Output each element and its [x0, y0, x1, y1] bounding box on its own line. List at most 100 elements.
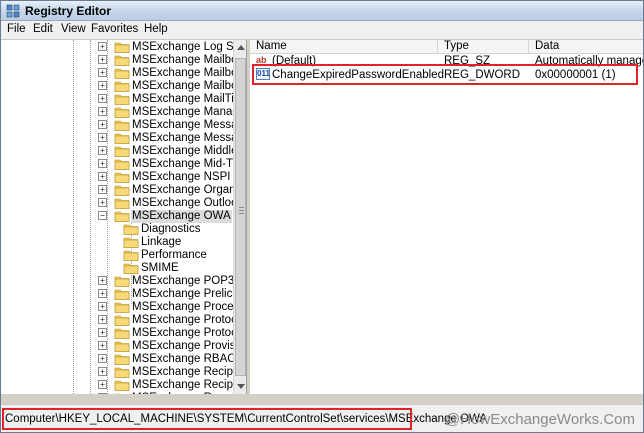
tree-key-label: MSExchange Provision: [132, 340, 233, 352]
tree-key-row[interactable]: + MSExchange POP3: [1, 275, 233, 288]
expand-icon[interactable]: +: [98, 367, 107, 376]
tree-key-row[interactable]: + MSExchange Managem: [1, 106, 233, 119]
tree-key-row[interactable]: + MSExchange Process N: [1, 301, 233, 314]
tree-key-label: MSExchange Recipient: [132, 366, 233, 378]
tree-key-row[interactable]: + MSExchange Mailbox R: [1, 67, 233, 80]
tree-subkey-row[interactable]: Diagnostics: [1, 223, 233, 236]
expand-icon[interactable]: +: [98, 68, 107, 77]
tree-key-row[interactable]: + MSExchange OutlookP: [1, 197, 233, 210]
expand-icon[interactable]: +: [98, 341, 107, 350]
tree-key-label: MSExchange Protocol: [132, 327, 233, 339]
folder-icon: [114, 185, 130, 196]
tree-key-row[interactable]: + MSExchange Log Sear: [1, 41, 233, 54]
tree-key-row[interactable]: + MSExchange Provision: [1, 340, 233, 353]
folder-icon: [123, 224, 139, 235]
tree-subkey-row[interactable]: Linkage: [1, 236, 233, 249]
watermark-text: @HowExchangeWorks.Com: [444, 411, 635, 428]
expand-icon[interactable]: +: [98, 94, 107, 103]
folder-icon: [114, 55, 130, 66]
expand-icon[interactable]: +: [98, 354, 107, 363]
tree-key-row[interactable]: + MSExchange Protocol: [1, 314, 233, 327]
menu-help[interactable]: Help: [142, 23, 170, 35]
menu-bar: File Edit View Favorites Help: [1, 21, 643, 40]
tree-key-row[interactable]: + MSExchange NSPI RPC: [1, 171, 233, 184]
column-header-type[interactable]: Type: [438, 40, 529, 54]
expand-icon[interactable]: +: [98, 133, 107, 142]
expand-icon[interactable]: +: [98, 289, 107, 298]
tree-key-label: MSExchange Organiza: [132, 184, 233, 196]
tree-key-row[interactable]: + MSExchange Mid-Tier S: [1, 158, 233, 171]
expand-icon[interactable]: +: [98, 120, 107, 129]
tree-subkey-row[interactable]: SMIME: [1, 262, 233, 275]
folder-icon: [114, 120, 130, 131]
folder-icon: [123, 237, 139, 248]
expand-icon[interactable]: +: [98, 198, 107, 207]
folder-icon: [114, 276, 130, 287]
folder-icon: [114, 289, 130, 300]
tree-subkey-row[interactable]: Performance: [1, 249, 233, 262]
expand-icon[interactable]: +: [98, 172, 107, 181]
expand-icon[interactable]: +: [98, 393, 107, 394]
column-header-data[interactable]: Data: [529, 40, 643, 54]
tree-key-row[interactable]: + MSExchange Reconn: [1, 392, 233, 394]
tree-key-row[interactable]: + MSExchange Prelicens: [1, 288, 233, 301]
tree-key-row[interactable]: + MSExchange Mailbox R: [1, 54, 233, 67]
tree-key-row[interactable]: + MSExchange Mailbox R: [1, 80, 233, 93]
tree-key-label: MSExchange Reconn: [131, 392, 233, 394]
tree-key-row[interactable]: + MSExchange RBAC: [1, 353, 233, 366]
tree-key-row[interactable]: + MSExchange Recipient: [1, 379, 233, 392]
expand-icon[interactable]: +: [98, 185, 107, 194]
expand-icon[interactable]: +: [98, 159, 107, 168]
tree-key-row[interactable]: + MSExchange Recipient: [1, 366, 233, 379]
folder-icon: [114, 315, 130, 326]
tree-key-label: MSExchange Protocol: [132, 314, 233, 326]
expand-icon[interactable]: +: [98, 146, 107, 155]
folder-icon: [114, 159, 130, 170]
scroll-down-arrow-icon[interactable]: [237, 384, 245, 389]
tree-key-row[interactable]: + MSExchange Message: [1, 119, 233, 132]
tree-key-label: MSExchange Middle-Ti: [132, 145, 233, 157]
tree-key-label: MSExchange Mailbox R: [132, 80, 233, 92]
folder-icon: [114, 146, 130, 157]
folder-icon: [114, 341, 130, 352]
expand-icon[interactable]: +: [98, 302, 107, 311]
menu-file[interactable]: File: [5, 23, 28, 35]
collapse-icon[interactable]: −: [98, 211, 107, 220]
menu-view[interactable]: View: [59, 23, 88, 35]
registry-key-tree[interactable]: + MSExchange Log Sear + MSExchange Mailbox …: [1, 40, 233, 394]
tree-key-label: MSExchange Message: [132, 119, 233, 131]
tree-vertical-scrollbar[interactable]: [233, 40, 246, 394]
expand-icon[interactable]: +: [98, 380, 107, 389]
folder-icon: [114, 302, 130, 313]
tree-key-label: MSExchange Mailbox R: [132, 67, 233, 79]
scrollbar-thumb[interactable]: [235, 58, 246, 376]
tree-key-row[interactable]: + MSExchange Middle-Ti: [1, 145, 233, 158]
menu-edit[interactable]: Edit: [31, 23, 55, 35]
tree-key-label: Performance: [141, 249, 207, 261]
scroll-up-arrow-icon[interactable]: [237, 45, 245, 50]
tree-key-row[interactable]: + MSExchange Messagin: [1, 132, 233, 145]
column-header-name[interactable]: Name: [250, 40, 438, 54]
menu-favorites[interactable]: Favorites: [89, 23, 140, 35]
folder-icon: [114, 81, 130, 92]
expand-icon[interactable]: +: [98, 276, 107, 285]
folder-icon: [123, 263, 139, 274]
tree-key-label: MSExchange Prelicens: [132, 288, 233, 300]
tree-key-row[interactable]: + MSExchange Organiza: [1, 184, 233, 197]
tree-key-label: MSExchange Messagin: [132, 132, 233, 144]
expand-icon[interactable]: +: [98, 328, 107, 337]
tree-key-row[interactable]: + MSExchange Protocol: [1, 327, 233, 340]
folder-icon: [114, 198, 130, 209]
expand-icon[interactable]: +: [98, 55, 107, 64]
expand-icon[interactable]: +: [98, 42, 107, 51]
tree-key-row[interactable]: − MSExchange OWA: [1, 210, 233, 223]
folder-icon: [114, 354, 130, 365]
expand-icon[interactable]: +: [98, 107, 107, 116]
tree-key-label: MSExchange Managem: [132, 106, 233, 118]
expand-icon[interactable]: +: [98, 315, 107, 324]
tree-key-row[interactable]: + MSExchange MailTips: [1, 93, 233, 106]
folder-icon: [114, 393, 121, 394]
folder-icon: [114, 172, 130, 183]
expand-icon[interactable]: +: [98, 81, 107, 90]
folder-icon: [114, 42, 130, 53]
